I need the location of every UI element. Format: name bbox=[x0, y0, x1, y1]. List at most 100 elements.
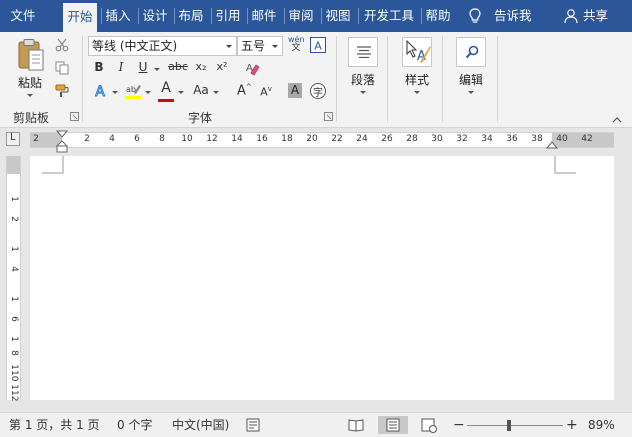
font-group-label: 字体 bbox=[188, 111, 213, 125]
ruler-number: 1 bbox=[9, 196, 19, 202]
paste-label[interactable]: 粘贴 bbox=[18, 74, 42, 91]
character-border-icon[interactable]: A bbox=[310, 37, 326, 53]
underline-dropdown-icon[interactable] bbox=[154, 68, 160, 71]
clipboard-group-label: 剪贴板 bbox=[13, 111, 50, 125]
font-color-dropdown-icon[interactable] bbox=[178, 91, 184, 94]
paste-dropdown-icon[interactable] bbox=[27, 94, 33, 97]
tab-selector-glyph: L bbox=[10, 132, 16, 143]
editing-button[interactable] bbox=[456, 37, 486, 67]
ruler-number: 14 bbox=[231, 134, 243, 144]
paste-icon[interactable] bbox=[16, 38, 46, 72]
ruler-number: 12 bbox=[206, 134, 218, 144]
highlighter-icon[interactable]: ab bbox=[124, 82, 142, 100]
tell-me-box[interactable]: 告诉我 bbox=[494, 0, 532, 32]
editing-label[interactable]: 编辑 bbox=[459, 71, 483, 88]
tab-design[interactable]: 设计 bbox=[141, 0, 169, 32]
collapse-ribbon-icon[interactable] bbox=[612, 116, 622, 123]
tab-help[interactable]: 帮助 bbox=[424, 0, 452, 32]
zoom-out-button[interactable]: − bbox=[453, 413, 465, 437]
word-count[interactable]: 0 个字 bbox=[117, 413, 152, 437]
copy-icon[interactable] bbox=[55, 61, 69, 75]
zoom-in-button[interactable]: + bbox=[566, 413, 578, 437]
tab-references[interactable]: 引用 bbox=[214, 0, 242, 32]
ruler-number: 22 bbox=[331, 134, 343, 144]
font-size-dropdown-icon[interactable] bbox=[272, 45, 278, 48]
ruler-number: 4 bbox=[109, 134, 115, 144]
tab-insert[interactable]: 插入 bbox=[104, 0, 132, 32]
subscript-button[interactable]: x₂ bbox=[193, 60, 209, 73]
shrink-font-button[interactable]: Av bbox=[259, 85, 273, 99]
ruler-number: 26 bbox=[381, 134, 393, 144]
vruler-top-margin bbox=[7, 156, 20, 174]
tab-mailings[interactable]: 邮件 bbox=[250, 0, 278, 32]
zoom-level[interactable]: 89% bbox=[588, 413, 615, 437]
editing-dropdown-icon[interactable] bbox=[468, 91, 474, 94]
text-effects-dropdown-icon[interactable] bbox=[112, 91, 118, 94]
grow-font-button[interactable]: A^ bbox=[237, 83, 252, 98]
font-name-dropdown-icon[interactable] bbox=[226, 45, 232, 48]
ruler-number: 1 bbox=[9, 296, 19, 302]
change-case-dropdown-icon[interactable] bbox=[213, 91, 219, 94]
text-effects-icon[interactable]: A bbox=[92, 83, 108, 100]
ruler-number: 10 bbox=[9, 370, 19, 382]
vertical-ruler[interactable]: 1 2 1 4 1 6 1 8 1 10 1 12 bbox=[6, 156, 21, 402]
font-dialog-launcher-icon[interactable] bbox=[324, 112, 333, 121]
horizontal-ruler[interactable]: 2 2 4 6 8 10 12 14 16 18 20 22 24 26 28 … bbox=[30, 130, 614, 153]
zoom-slider-thumb[interactable] bbox=[507, 420, 511, 431]
change-case-button[interactable]: Aa bbox=[191, 83, 211, 97]
crop-mark-right-icon bbox=[554, 156, 576, 174]
ruler-number: 30 bbox=[431, 134, 443, 144]
phonetic-bottom-text: 文 bbox=[291, 43, 301, 53]
macro-recording-icon[interactable] bbox=[246, 418, 260, 432]
superscript-button[interactable]: x² bbox=[214, 60, 230, 73]
paragraph-dropdown-icon[interactable] bbox=[360, 91, 366, 94]
styles-icon: A bbox=[406, 40, 431, 64]
share-button[interactable]: 共享 bbox=[583, 0, 608, 32]
bold-button[interactable]: B bbox=[93, 60, 105, 74]
person-icon[interactable] bbox=[563, 8, 579, 24]
language-indicator[interactable]: 中文(中国) bbox=[172, 413, 229, 437]
tab-developer[interactable]: 开发工具 bbox=[361, 0, 417, 32]
strikethrough-button[interactable]: abc bbox=[168, 60, 188, 73]
indent-marker-icon[interactable] bbox=[56, 130, 68, 154]
ruler-number: 6 bbox=[134, 134, 140, 144]
font-name-value: 等线 (中文正文) bbox=[92, 39, 178, 53]
paragraph-button[interactable] bbox=[348, 37, 378, 67]
underline-button[interactable]: U bbox=[137, 60, 149, 74]
format-painter-icon[interactable] bbox=[55, 84, 71, 98]
zoom-slider-track[interactable] bbox=[467, 425, 563, 426]
cut-icon[interactable] bbox=[55, 38, 69, 52]
tab-view[interactable]: 视图 bbox=[324, 0, 352, 32]
styles-label[interactable]: 样式 bbox=[405, 71, 429, 88]
crop-mark-left-icon bbox=[42, 156, 64, 174]
print-layout-button[interactable] bbox=[378, 416, 408, 434]
styles-dropdown-icon[interactable] bbox=[414, 91, 420, 94]
styles-button[interactable]: A bbox=[402, 37, 432, 67]
read-mode-icon[interactable] bbox=[345, 416, 367, 434]
tab-home[interactable]: 开始 bbox=[63, 3, 97, 32]
clear-formatting-icon[interactable]: A bbox=[244, 61, 260, 76]
lightbulb-icon[interactable] bbox=[466, 7, 484, 25]
document-area: L 2 2 4 6 8 10 12 14 16 18 20 22 24 26 2… bbox=[0, 128, 632, 412]
word-window: 文件 开始 插入 设计 布局 引用 邮件 审阅 视图 开发工具 帮助 告诉我 共… bbox=[0, 0, 632, 437]
tab-layout[interactable]: 布局 bbox=[177, 0, 205, 32]
italic-button[interactable]: I bbox=[115, 60, 127, 74]
ruler-number: 12 bbox=[9, 390, 19, 402]
character-shading-button[interactable]: A bbox=[288, 83, 302, 98]
font-size-box[interactable]: 五号 bbox=[237, 36, 283, 56]
tab-file[interactable]: 文件 bbox=[8, 0, 38, 32]
right-indent-marker-icon[interactable] bbox=[546, 140, 558, 149]
web-layout-icon[interactable] bbox=[418, 416, 440, 434]
highlight-dropdown-icon[interactable] bbox=[145, 91, 151, 94]
tab-selector[interactable]: L bbox=[6, 132, 20, 146]
document-page[interactable] bbox=[30, 156, 614, 400]
font-color-button[interactable]: A bbox=[158, 80, 174, 102]
dialog-launcher-icon[interactable] bbox=[70, 112, 79, 121]
svg-text:A: A bbox=[95, 84, 105, 99]
page-count[interactable]: 第 1 页，共 1 页 bbox=[9, 413, 100, 437]
font-name-box[interactable]: 等线 (中文正文) bbox=[88, 36, 237, 56]
phonetic-guide-button[interactable]: wén 文 bbox=[288, 35, 305, 53]
paragraph-label[interactable]: 段落 bbox=[351, 71, 375, 88]
ruler-number: 1 bbox=[9, 336, 19, 342]
tab-review[interactable]: 审阅 bbox=[287, 0, 315, 32]
